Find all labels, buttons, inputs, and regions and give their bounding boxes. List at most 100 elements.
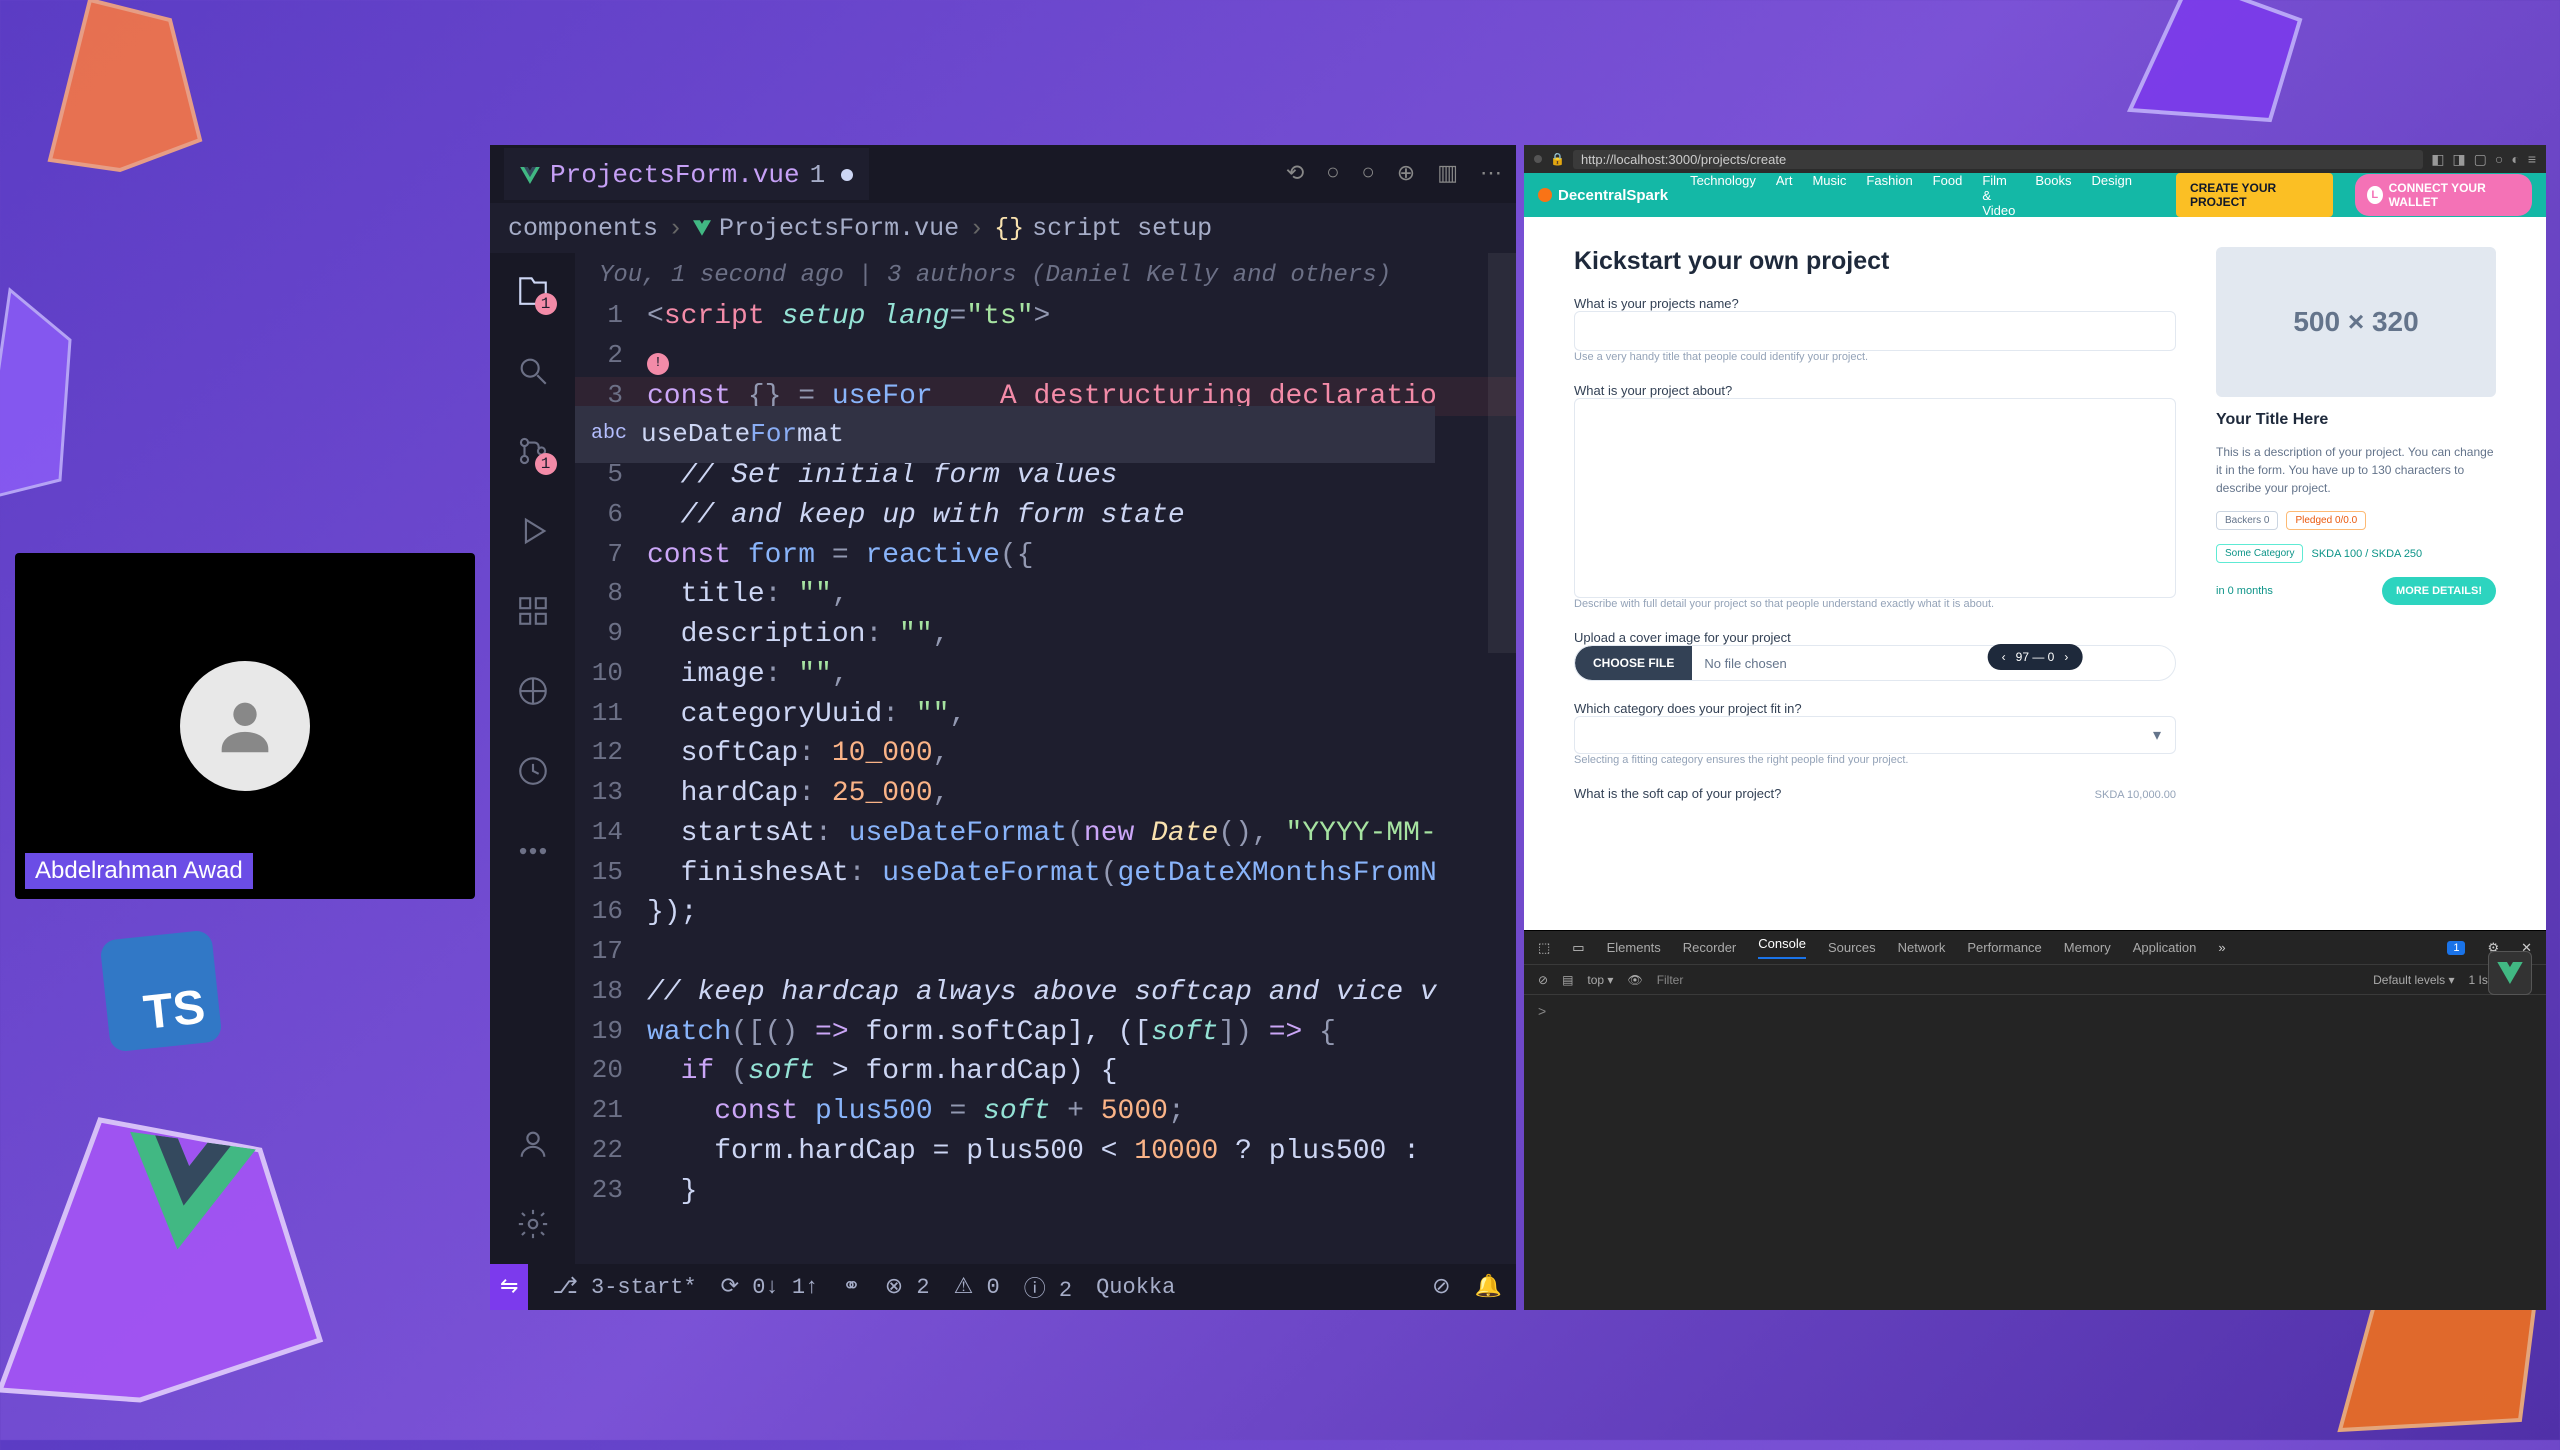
devtools-tab[interactable]: Console: [1758, 936, 1806, 959]
devtools-panel: ⬚ ▭ Elements Recorder Console Sources Ne…: [1524, 930, 2546, 1310]
error-count[interactable]: ⊗ 2: [885, 1274, 930, 1300]
breadcrumb-file: ProjectsForm.vue: [693, 214, 959, 243]
file-input[interactable]: CHOOSE FILE No file chosen: [1574, 645, 2176, 681]
remote-indicator[interactable]: ⇋: [490, 1264, 528, 1310]
run-icon[interactable]: ○: [1362, 161, 1375, 187]
log-levels-selector[interactable]: Default levels ▾: [2373, 973, 2454, 987]
account-icon[interactable]: [513, 1124, 553, 1164]
word-suggestion-icon: abc: [591, 420, 627, 448]
participant-name: Abdelrahman Awad: [25, 853, 253, 889]
remote-icon[interactable]: [513, 671, 553, 711]
feedback-icon[interactable]: ⊘: [1432, 1274, 1450, 1300]
go-back-icon[interactable]: ⟲: [1286, 161, 1304, 187]
devtools-tab[interactable]: Recorder: [1683, 940, 1736, 955]
extension-icon[interactable]: ◧: [2431, 151, 2444, 168]
clear-console-icon[interactable]: ⊘: [1538, 973, 1548, 987]
nav-link[interactable]: Technology: [1690, 173, 1756, 218]
brand-mark-icon: [1538, 188, 1552, 202]
sidebar-toggle-icon[interactable]: ▤: [1562, 973, 1573, 987]
run-icon[interactable]: ○: [1326, 161, 1339, 187]
nav-link[interactable]: Art: [1776, 173, 1793, 218]
scm-badge: 1: [535, 453, 557, 475]
debug-icon[interactable]: [513, 511, 553, 551]
nav-link[interactable]: Film & Video: [1982, 173, 2015, 218]
months-text: in 0 months: [2216, 585, 2273, 597]
devtools-tab[interactable]: Elements: [1607, 940, 1661, 955]
category-select[interactable]: [1574, 716, 2176, 754]
create-project-button[interactable]: CREATE YOUR PROJECT: [2176, 173, 2333, 217]
project-name-input[interactable]: [1574, 311, 2176, 351]
explorer-icon[interactable]: 1: [513, 271, 553, 311]
sync-status[interactable]: ⟳ 0↓ 1↑: [721, 1274, 819, 1300]
chevron-right-icon[interactable]: ›: [2064, 650, 2068, 664]
floating-counter-chip[interactable]: ‹ 97 — 0 ›: [1988, 644, 2083, 670]
more-icon[interactable]: [513, 831, 553, 871]
file-name-label: No file chosen: [1692, 656, 1798, 671]
bell-icon[interactable]: 🔔: [1475, 1274, 1502, 1300]
issues-badge[interactable]: 1: [2447, 941, 2465, 955]
extension-icon[interactable]: ◐: [2511, 151, 2519, 168]
nav-link[interactable]: Fashion: [1866, 173, 1912, 218]
more-icon[interactable]: ⋯: [1480, 161, 1502, 187]
preview-card: 500 × 320 Your Title Here This is a desc…: [2216, 247, 2496, 900]
more-details-button[interactable]: MORE DETAILS!: [2382, 577, 2496, 605]
nav-link[interactable]: Books: [2035, 173, 2071, 218]
info-count[interactable]: ⓘ 2: [1024, 1271, 1072, 1303]
devtools-tab[interactable]: Application: [2133, 940, 2197, 955]
site-header: DecentralSpark Technology Art Music Fash…: [1524, 173, 2546, 217]
compass-icon[interactable]: ⊕: [1397, 161, 1415, 187]
vue-devtools-icon[interactable]: [2488, 951, 2532, 995]
decor-crystal: [0, 280, 90, 520]
extension-icon[interactable]: ≡: [2528, 151, 2536, 168]
devtools-tab[interactable]: Network: [1898, 940, 1946, 955]
more-tabs-icon[interactable]: »: [2218, 940, 2225, 955]
device-toggle-icon[interactable]: ▭: [1572, 940, 1584, 956]
warning-count[interactable]: ⚠ 0: [954, 1274, 1000, 1300]
intellisense-popup[interactable]: abc useDateFormat: [575, 406, 1435, 463]
source-control-icon[interactable]: 1: [513, 431, 553, 471]
quokka-status[interactable]: Quokka: [1096, 1275, 1175, 1300]
extension-icon[interactable]: ○: [2495, 151, 2503, 168]
field-label: What is your project about?: [1574, 383, 2176, 398]
connect-wallet-button[interactable]: L CONNECT YOUR WALLET: [2355, 174, 2532, 216]
field-label: What is the soft cap of your project?: [1574, 786, 1781, 801]
devtools-tab[interactable]: Performance: [1967, 940, 2041, 955]
wallet-badge: L: [2367, 186, 2383, 204]
extension-icon[interactable]: ▢: [2474, 151, 2487, 168]
console-body[interactable]: >: [1524, 995, 2546, 1310]
breadcrumb-symbol: {} script setup: [994, 214, 1212, 243]
chevron-left-icon[interactable]: ‹: [2002, 650, 2006, 664]
extension-icon[interactable]: ◨: [2452, 151, 2465, 168]
error-glyph-icon[interactable]: !: [647, 353, 669, 375]
breadcrumb[interactable]: components › ProjectsForm.vue › {} scrip…: [490, 203, 1516, 253]
editor-tab[interactable]: ProjectsForm.vue 1: [504, 148, 869, 200]
context-selector[interactable]: top ▾: [1587, 973, 1613, 987]
devtools-tab[interactable]: Memory: [2064, 940, 2111, 955]
ports-icon[interactable]: ⚭: [842, 1274, 860, 1300]
soft-cap-amount: SKDA 10,000.00: [2095, 789, 2176, 801]
field-label: Upload a cover image for your project: [1574, 630, 2176, 645]
settings-gear-icon[interactable]: [513, 1204, 553, 1244]
field-hint: Selecting a fitting category ensures the…: [1574, 754, 2176, 766]
traffic-light-icon[interactable]: [1534, 155, 1542, 163]
nav-link[interactable]: Design: [2091, 173, 2131, 218]
decor-crystal: [30, 0, 230, 180]
nav-link[interactable]: Food: [1933, 173, 1963, 218]
split-editor-icon[interactable]: ▥: [1437, 161, 1458, 187]
code-editor[interactable]: You, 1 second ago | 3 authors (Daniel Ke…: [575, 253, 1516, 1264]
nav-link[interactable]: Music: [1812, 173, 1846, 218]
search-icon[interactable]: [513, 351, 553, 391]
choose-file-button[interactable]: CHOOSE FILE: [1575, 646, 1692, 680]
address-bar[interactable]: http://localhost:3000/projects/create: [1573, 150, 2423, 169]
git-branch[interactable]: ⎇ 3-start*: [552, 1274, 696, 1300]
eye-icon[interactable]: 👁: [1627, 973, 1642, 987]
field-hint: Use a very handy title that people could…: [1574, 351, 2176, 363]
extensions-icon[interactable]: [513, 591, 553, 631]
console-filter-input[interactable]: Filter: [1657, 973, 2359, 987]
brand-logo[interactable]: DecentralSpark: [1538, 187, 1668, 204]
devtools-tab[interactable]: Sources: [1828, 940, 1876, 955]
inspect-icon[interactable]: ⬚: [1538, 940, 1550, 956]
minimap[interactable]: [1488, 253, 1516, 653]
timeline-icon[interactable]: [513, 751, 553, 791]
project-about-textarea[interactable]: [1574, 398, 2176, 598]
